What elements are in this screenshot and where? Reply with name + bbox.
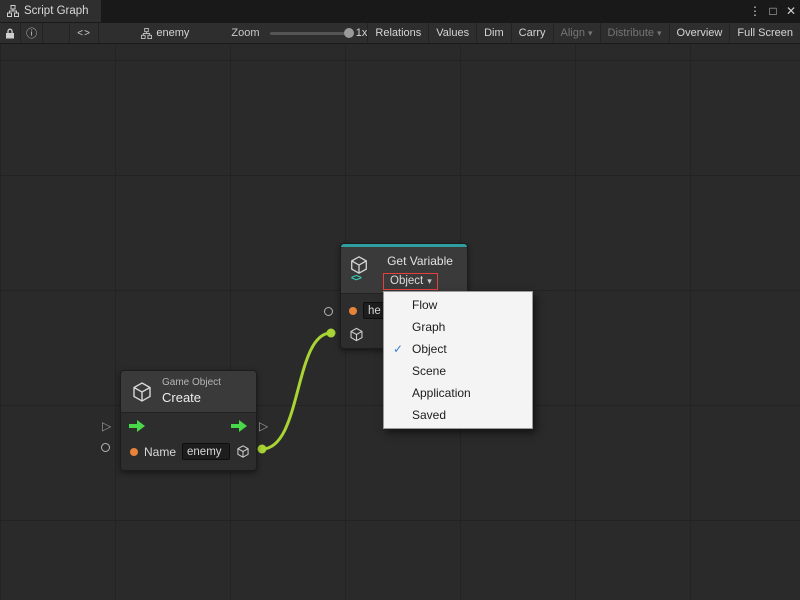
flow-out-arrow-icon[interactable] xyxy=(231,420,248,432)
values-button[interactable]: Values xyxy=(428,23,476,43)
variable-kind-dropdown[interactable]: Object ▾ xyxy=(383,273,438,290)
create-node-header[interactable]: Game Object Create xyxy=(121,371,256,413)
values-label: Values xyxy=(436,27,469,39)
check-icon: ✓ xyxy=(384,342,412,356)
variable-code-icon: <> xyxy=(351,273,361,284)
object-input-cube-icon[interactable] xyxy=(349,327,364,342)
create-node-titles: Game Object Create xyxy=(162,377,221,406)
name-port-icon[interactable] xyxy=(130,448,138,456)
script-graph-window: Script Graph ⋮ □ ✕ ⓘ <> xyxy=(0,0,800,600)
flow-out-ext-port[interactable]: ▷ xyxy=(259,420,268,432)
tab-title: Script Graph xyxy=(24,5,89,17)
chevron-down-icon: ▾ xyxy=(657,28,662,39)
get-variable-title: Get Variable xyxy=(375,254,465,268)
menu-item-object[interactable]: ✓ Object xyxy=(384,338,532,360)
distribute-button[interactable]: Distribute ▾ xyxy=(600,23,669,43)
relations-button[interactable]: Relations xyxy=(367,23,428,43)
variable-name-port-icon[interactable] xyxy=(349,307,357,315)
variable-cube-icon xyxy=(349,255,369,275)
menu-item-graph[interactable]: Graph xyxy=(384,316,532,338)
dim-button[interactable]: Dim xyxy=(476,23,511,43)
tab-script-graph[interactable]: Script Graph xyxy=(0,0,101,22)
chevron-down-icon: ▾ xyxy=(588,28,593,39)
create-node[interactable]: Game Object Create Name xyxy=(120,370,257,471)
variable-object-row xyxy=(349,327,364,347)
output-cube-icon[interactable] xyxy=(236,444,250,459)
align-label: Align xyxy=(561,27,585,39)
name-port-label: Name xyxy=(144,445,176,459)
menu-item-label: Application xyxy=(412,386,471,400)
lock-icon xyxy=(5,28,15,39)
carry-button[interactable]: Carry xyxy=(511,23,553,43)
gameobject-cube-icon xyxy=(131,381,153,403)
graph-reference[interactable]: enemy xyxy=(141,27,189,39)
fullscreen-button[interactable]: Full Screen xyxy=(729,23,800,43)
align-button[interactable]: Align ▾ xyxy=(553,23,600,43)
menu-item-scene[interactable]: Scene xyxy=(384,360,532,382)
dim-label: Dim xyxy=(484,27,504,39)
info-button[interactable]: ⓘ xyxy=(21,23,42,43)
tab-bar: Script Graph ⋮ □ ✕ xyxy=(0,0,800,22)
create-node-supertitle: Game Object xyxy=(162,377,221,390)
window-buttons: ⋮ □ ✕ xyxy=(746,0,800,22)
name-ext-port[interactable] xyxy=(101,443,110,452)
flow-in-arrow-icon[interactable] xyxy=(129,420,146,432)
maximize-button[interactable]: □ xyxy=(764,4,782,18)
zoom-value: 1x xyxy=(356,27,368,39)
fullscreen-label: Full Screen xyxy=(737,27,793,39)
create-flow-row xyxy=(121,420,256,432)
graph-toolbar: ⓘ <> enemy Zoom 1x Relations Values xyxy=(0,22,800,44)
menu-item-label: Scene xyxy=(412,364,446,378)
overview-label: Overview xyxy=(677,27,723,39)
graph-canvas[interactable]: Game Object Create Name xyxy=(0,44,800,600)
zoom-slider-handle[interactable] xyxy=(344,28,354,38)
code-view-button[interactable]: <> xyxy=(69,23,99,43)
graph-name: enemy xyxy=(156,27,189,39)
graph-icon xyxy=(141,28,152,39)
toolbar-buttons: Relations Values Dim Carry Align ▾ Distr… xyxy=(367,23,800,43)
overview-button[interactable]: Overview xyxy=(669,23,730,43)
info-icon: ⓘ xyxy=(26,25,37,41)
menu-item-flow[interactable]: Flow xyxy=(384,294,532,316)
variable-kind-menu: Flow Graph ✓ Object Scene Application Sa… xyxy=(383,291,533,429)
close-button[interactable]: ✕ xyxy=(782,4,800,18)
variable-kind-value: Object xyxy=(390,275,423,287)
script-graph-icon xyxy=(7,5,19,17)
create-node-title: Create xyxy=(162,390,221,406)
chevron-down-icon: ▾ xyxy=(427,276,432,287)
carry-label: Carry xyxy=(519,27,546,39)
menu-item-label: Graph xyxy=(412,320,445,334)
create-name-row: Name xyxy=(121,443,256,460)
code-icon: <> xyxy=(77,28,91,39)
create-node-body: Name xyxy=(121,413,256,470)
flow-in-ext-port[interactable]: ▷ xyxy=(102,420,111,432)
get-variable-header[interactable]: <> Get Variable Object ▾ xyxy=(341,247,467,294)
zoom-slider[interactable] xyxy=(270,32,348,35)
variable-name-ext-port[interactable] xyxy=(324,307,333,316)
relations-label: Relations xyxy=(375,27,421,39)
menu-item-label: Object xyxy=(412,342,447,356)
lock-button[interactable] xyxy=(0,23,21,43)
menu-item-label: Flow xyxy=(412,298,437,312)
zoom-label: Zoom xyxy=(231,27,259,39)
menu-dots-button[interactable]: ⋮ xyxy=(746,4,764,18)
distribute-label: Distribute xyxy=(608,27,654,39)
menu-item-label: Saved xyxy=(412,408,446,422)
menu-item-saved[interactable]: Saved xyxy=(384,404,532,426)
menu-item-application[interactable]: Application xyxy=(384,382,532,404)
create-name-input[interactable] xyxy=(182,443,230,460)
